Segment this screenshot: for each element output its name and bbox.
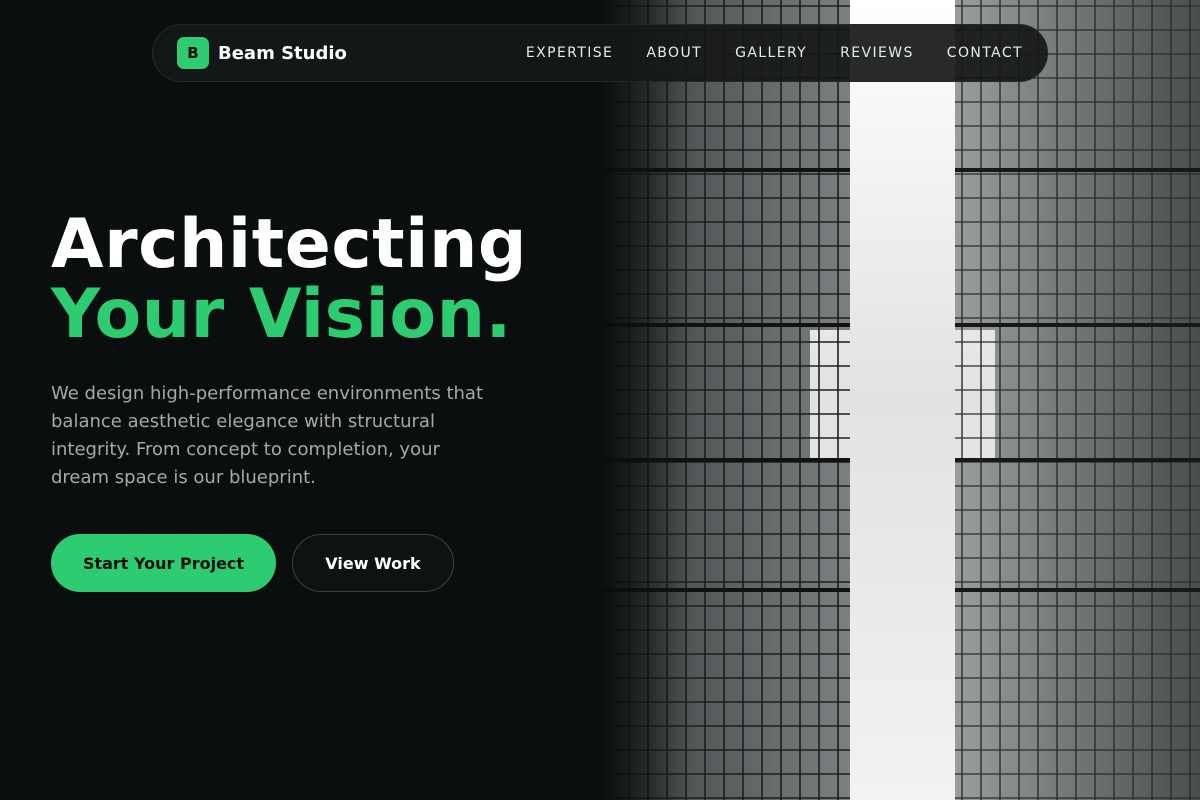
hero-image xyxy=(600,0,1200,800)
nav-link-gallery[interactable]: GALLERY xyxy=(735,45,807,61)
nav-links: EXPERTISE ABOUT GALLERY REVIEWS CONTACT xyxy=(526,45,1023,61)
view-work-button[interactable]: View Work xyxy=(292,534,454,592)
landing-page: B Beam Studio EXPERTISE ABOUT GALLERY RE… xyxy=(0,0,1200,800)
nav-link-reviews[interactable]: REVIEWS xyxy=(840,45,914,61)
headline-line-1: Architecting xyxy=(51,205,528,284)
start-project-button[interactable]: Start Your Project xyxy=(51,534,276,592)
brand-logo-icon: B xyxy=(177,37,209,69)
skyscraper-photo xyxy=(600,0,1200,800)
hero-headline: Architecting Your Vision. xyxy=(51,210,591,350)
nav-link-contact[interactable]: CONTACT xyxy=(947,45,1023,61)
nav-link-about[interactable]: ABOUT xyxy=(646,45,702,61)
nav-link-expertise[interactable]: EXPERTISE xyxy=(526,45,613,61)
cta-row: Start Your Project View Work xyxy=(51,534,591,592)
brand-link[interactable]: B Beam Studio xyxy=(177,37,347,69)
hero-section: Architecting Your Vision. We design high… xyxy=(51,210,591,592)
navbar: B Beam Studio EXPERTISE ABOUT GALLERY RE… xyxy=(152,24,1048,82)
headline-line-2: Your Vision. xyxy=(51,275,512,354)
hero-description: We design high-performance environments … xyxy=(51,383,483,488)
brand-name: Beam Studio xyxy=(218,42,347,64)
image-fade-overlay xyxy=(600,0,690,800)
